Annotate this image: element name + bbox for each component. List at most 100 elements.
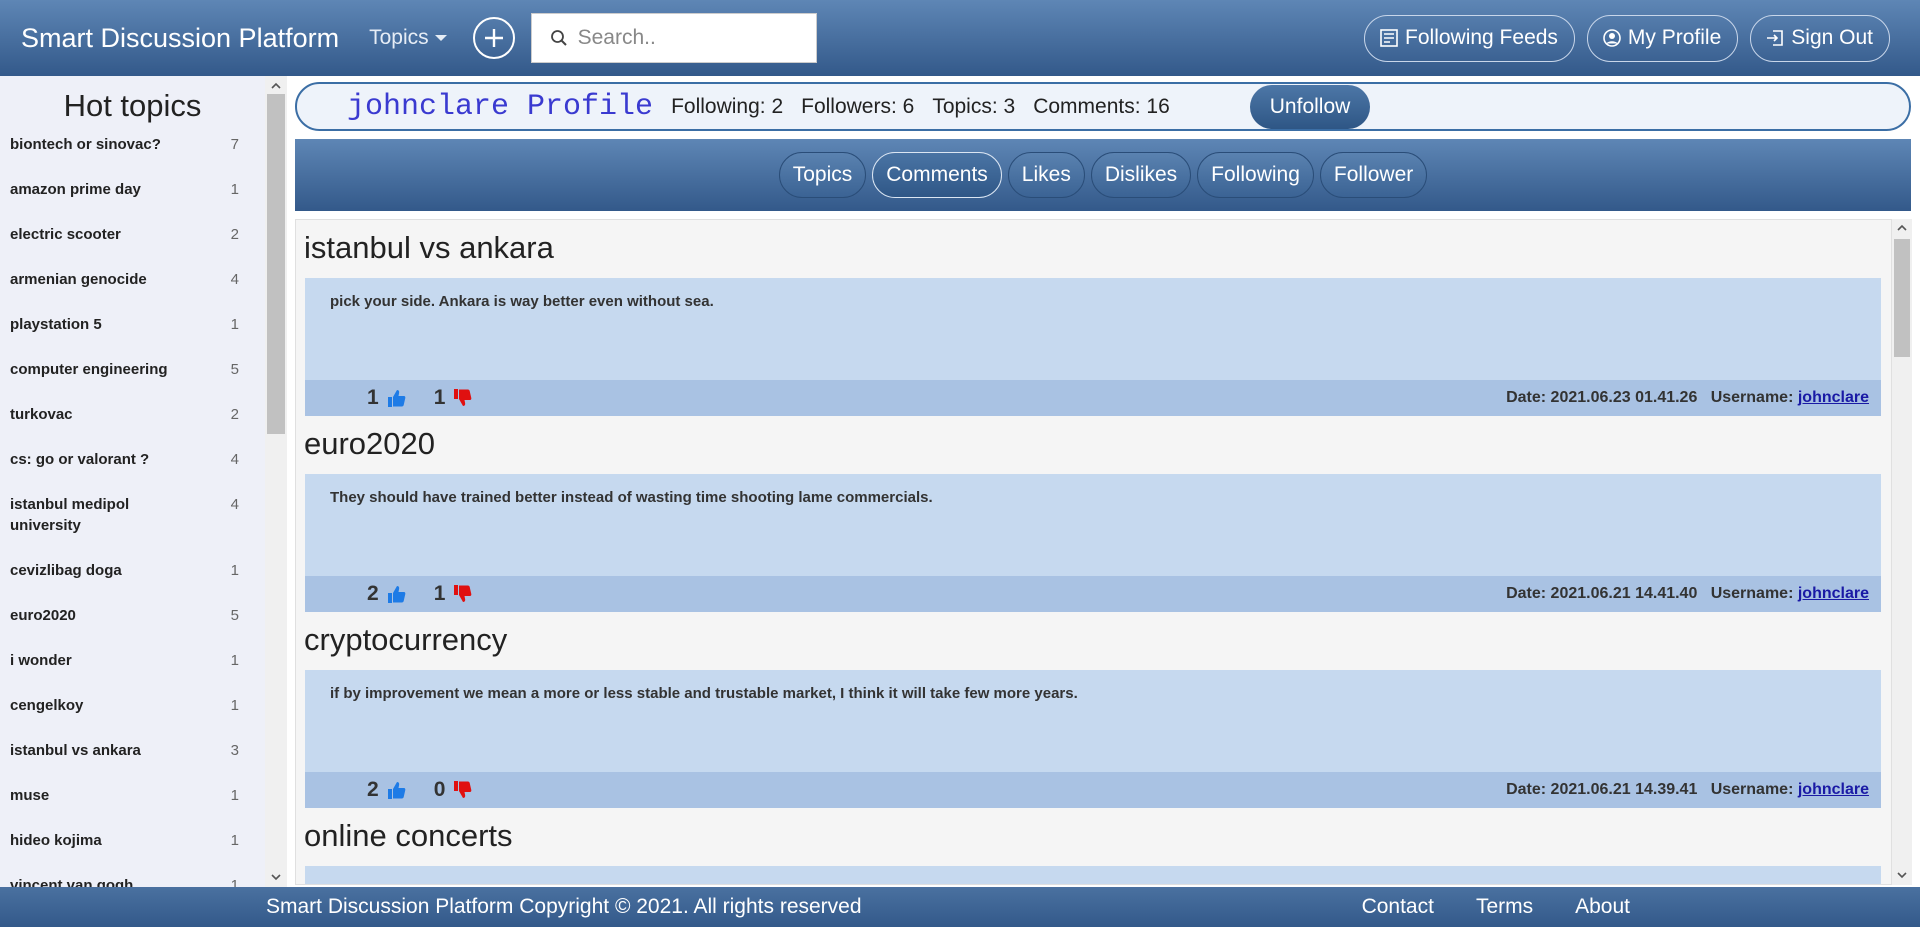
dislike-vote[interactable]: 0 — [434, 778, 473, 802]
hot-topic-name: i wonder — [10, 652, 72, 669]
topic-title[interactable]: euro2020 — [296, 416, 1891, 474]
like-vote[interactable]: 2 — [367, 582, 406, 606]
hot-topic-item[interactable]: playstation 5 1 — [0, 314, 265, 335]
tab-likes[interactable]: Likes — [1007, 152, 1085, 198]
comment-date: Date: 2021.06.21 14.41.40 — [1506, 585, 1698, 602]
hot-topic-item[interactable]: euro2020 5 — [0, 605, 265, 626]
following-feeds-button[interactable]: Following Feeds — [1364, 14, 1575, 62]
topic-title[interactable]: istanbul vs ankara — [296, 220, 1891, 278]
hot-topic-count: 2 — [230, 226, 239, 243]
like-vote[interactable]: 2 — [367, 778, 406, 802]
topic-title[interactable]: online concerts — [296, 808, 1891, 866]
feed-scroll-thumb[interactable] — [1894, 239, 1910, 357]
hot-topic-count: 4 — [230, 496, 239, 513]
thumbs-down-icon[interactable] — [452, 780, 472, 800]
hot-topic-name: computer engineering — [10, 361, 168, 378]
search-icon — [550, 30, 567, 46]
sidebar-title: Hot topics — [63, 88, 202, 123]
hot-topic-count: 1 — [230, 787, 239, 804]
footer: Smart Discussion Platform Copyright © 20… — [0, 887, 1920, 927]
user-circle-icon — [1603, 29, 1621, 47]
hot-topic-item[interactable]: istanbul medipol university 4 — [0, 494, 265, 536]
dislike-count: 0 — [433, 778, 446, 801]
topics-dropdown-label: Topics — [369, 26, 429, 49]
hot-topics-sidebar: Hot topics biontech or sinovac? 7 amazon p… — [0, 76, 265, 887]
like-vote[interactable]: 1 — [367, 386, 406, 410]
thumbs-up-icon[interactable] — [386, 780, 406, 800]
profile-name: johnclare Profile — [347, 89, 654, 124]
username-link[interactable]: johnclare — [1798, 585, 1869, 602]
hot-topic-count: 1 — [230, 316, 239, 333]
scroll-up-icon[interactable] — [270, 80, 282, 92]
hot-topic-count: 5 — [230, 361, 239, 378]
hot-topic-name: istanbul medipol university — [10, 496, 130, 534]
hot-topic-count: 5 — [230, 607, 239, 624]
like-count: 1 — [367, 386, 379, 409]
topics-dropdown[interactable]: Topics — [369, 26, 447, 50]
hot-topic-item[interactable]: vincent van gogh 1 — [0, 875, 265, 887]
hot-topic-item[interactable]: amazon prime day 1 — [0, 179, 265, 200]
dislike-count: 1 — [433, 386, 446, 409]
add-topic-button[interactable] — [472, 17, 515, 59]
hot-topic-count: 1 — [230, 562, 239, 579]
thumbs-down-icon[interactable] — [452, 584, 472, 604]
sign-out-button[interactable]: Sign Out — [1750, 14, 1890, 62]
plus-circle-icon — [484, 29, 503, 47]
hot-topic-name: euro2020 — [10, 607, 76, 624]
contact-link[interactable]: Contact — [1362, 895, 1434, 919]
hot-topic-item[interactable]: istanbul vs ankara 3 — [0, 740, 265, 761]
like-count: 2 — [367, 778, 379, 801]
comment-date: Date: 2021.06.21 14.39.41 — [1506, 781, 1698, 798]
username-label: Username: — [1710, 781, 1794, 798]
my-profile-button[interactable]: My Profile — [1586, 14, 1739, 62]
hot-topic-item[interactable]: i wonder 1 — [0, 650, 265, 671]
username-label: Username: — [1710, 585, 1794, 602]
hot-topic-item[interactable]: hideo kojima 1 — [0, 830, 265, 851]
hot-topic-count: 1 — [230, 652, 239, 669]
hot-topic-item[interactable]: cs: go or valorant ? 4 — [0, 449, 265, 470]
username-label: Username: — [1710, 389, 1794, 406]
comment-date: Date: 2021.06.23 01.41.26 — [1506, 389, 1698, 406]
hot-topic-name: hideo kojima — [10, 832, 102, 849]
scroll-down-icon[interactable] — [1896, 869, 1908, 881]
sidebar-scrollbar[interactable] — [265, 76, 287, 887]
sidebar-scroll-thumb[interactable] — [267, 94, 285, 434]
tab-dislikes[interactable]: Dislikes — [1090, 152, 1192, 198]
caret-down-icon — [434, 35, 447, 41]
sign-out-icon — [1767, 30, 1784, 46]
hot-topic-count: 1 — [230, 697, 239, 714]
terms-link[interactable]: Terms — [1476, 895, 1533, 919]
dislike-vote[interactable]: 1 — [434, 582, 473, 606]
hot-topic-item[interactable]: cengelkoy 1 — [0, 695, 265, 716]
thumbs-down-icon[interactable] — [452, 388, 472, 408]
tab-comments[interactable]: Comments — [872, 152, 1002, 198]
profile-header: johnclare Profile Following: 2 Followers… — [295, 82, 1911, 131]
tab-follower[interactable]: Follower — [1319, 152, 1428, 198]
hot-topic-item[interactable]: electric scooter 2 — [0, 224, 265, 245]
feed-scrollbar[interactable] — [1892, 219, 1912, 885]
brand-title[interactable]: Smart Discussion Platform — [21, 23, 339, 54]
hot-topic-item[interactable]: computer engineering 5 — [0, 359, 265, 380]
topic-title[interactable]: cryptocurrency — [296, 612, 1891, 670]
hot-topic-item[interactable]: biontech or sinovac? 7 — [0, 134, 265, 155]
scroll-up-icon[interactable] — [1896, 222, 1908, 234]
hot-topic-item[interactable]: muse 1 — [0, 785, 265, 806]
dislike-vote[interactable]: 1 — [434, 386, 473, 410]
username-link[interactable]: johnclare — [1798, 781, 1869, 798]
search-input[interactable] — [577, 26, 798, 50]
hot-topic-count: 2 — [230, 406, 239, 423]
thumbs-up-icon[interactable] — [386, 388, 406, 408]
hot-topics-list: biontech or sinovac? 7 amazon prime day 1 el… — [0, 134, 265, 887]
tab-topics[interactable]: Topics — [778, 152, 867, 198]
unfollow-button[interactable]: Unfollow — [1249, 84, 1371, 129]
hot-topic-name: armenian genocide — [10, 271, 147, 288]
about-link[interactable]: About — [1575, 895, 1630, 919]
comment-card: if by improvement we mean a more or less… — [305, 670, 1881, 808]
hot-topic-item[interactable]: turkovac 2 — [0, 404, 265, 425]
tab-following[interactable]: Following — [1197, 152, 1314, 198]
thumbs-up-icon[interactable] — [386, 584, 406, 604]
hot-topic-item[interactable]: armenian genocide 4 — [0, 269, 265, 290]
username-link[interactable]: johnclare — [1798, 389, 1869, 406]
scroll-down-icon[interactable] — [270, 871, 282, 883]
hot-topic-item[interactable]: cevizlibag doga 1 — [0, 560, 265, 581]
